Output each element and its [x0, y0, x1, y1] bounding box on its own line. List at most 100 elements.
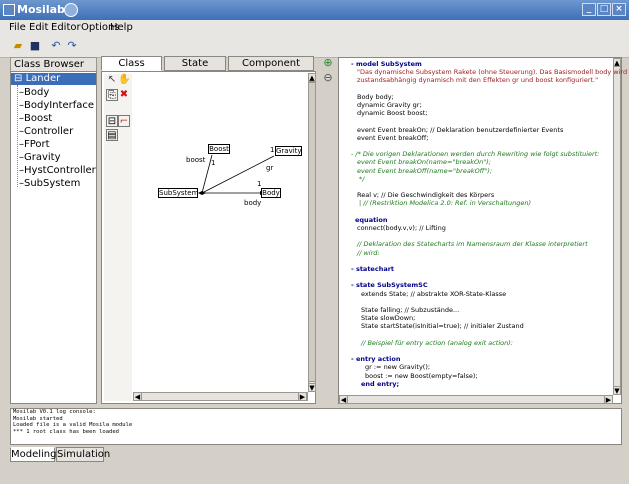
zoom-out-icon[interactable]: ⊖	[322, 72, 334, 84]
code-line: Body body;	[357, 92, 394, 101]
tab-state-diagram[interactable]: State Diagram	[164, 56, 226, 82]
association-tool-icon[interactable]: ⌐	[118, 115, 130, 127]
note-tool-icon[interactable]: ▤	[106, 129, 118, 141]
tree-root-lander[interactable]: ⊟ Lander	[14, 73, 60, 84]
undo-icon[interactable]: ↶	[48, 39, 64, 53]
tree-item-bodyinterface[interactable]: –BodyInterface	[19, 100, 94, 111]
label-gr: gr	[266, 164, 274, 172]
code-line: boost := new Boost(empty=false);	[365, 371, 478, 380]
code-line: zustandsabhängig dynamisch mit den Effek…	[357, 76, 599, 85]
tab-component-diagram[interactable]: Component Diagram	[228, 56, 314, 82]
title-logo-icon	[64, 3, 78, 17]
menu-editor[interactable]: Editor	[51, 22, 81, 33]
code-editor[interactable]: ▲ ▼ ◀ ▶ - model SubSystem "Das dynamische…	[338, 57, 627, 404]
diagram-scroll-right[interactable]: ▶	[298, 392, 307, 401]
code-line: gr := new Gravity();	[365, 363, 431, 372]
tree-item-boost[interactable]: –Boost	[19, 113, 52, 124]
label-boost: boost	[186, 156, 206, 164]
code-line: end entry;	[361, 379, 400, 388]
title-bar: Mosilab _ □ ×	[0, 0, 629, 20]
code-line: // wird:	[357, 248, 380, 257]
node-subsystem[interactable]: SubSystem	[158, 188, 198, 198]
class-tool-icon[interactable]: ⊟	[106, 115, 118, 127]
code-line: "Das dynamische Subsystem Rakete (ohne S…	[357, 68, 628, 77]
node-boost[interactable]: Boost	[208, 144, 230, 154]
code-line: equation	[355, 215, 388, 224]
code-scroll-left[interactable]: ◀	[339, 395, 348, 404]
toolbar: ▰ ■ ↶ ↷	[0, 36, 629, 58]
tree-item-fport[interactable]: –FPort	[19, 139, 50, 150]
code-line: | // (Restriktion Modelica 2.0: Ref. in …	[359, 199, 531, 208]
menu-bar: File Edit Editor Options Help	[0, 20, 629, 36]
code-scroll-down[interactable]: ▼	[613, 386, 621, 395]
code-line: extends State; // abstrakte XOR-State-Kl…	[361, 289, 507, 298]
tree-root-label: Lander	[25, 73, 61, 84]
window-title: Mosilab	[17, 3, 65, 16]
code-line: - /* Die vorigen Deklarationen werden du…	[351, 150, 600, 159]
node-body[interactable]: Body	[261, 188, 281, 198]
diagram-panel: ↖ ✋ ⎘ ✖ ⊟ ⌐ ▤ Boost Gravity SubSystem Bo…	[101, 71, 316, 404]
tree-item-gravity[interactable]: –Gravity	[19, 152, 61, 163]
code-line: - state SubSystemSC	[351, 281, 428, 290]
tree-item-hystcontroller[interactable]: –HystController	[19, 165, 96, 176]
log-console: Mosilab V0.1 log console: Mosilab starte…	[10, 408, 622, 445]
class-browser-header: Class Browser	[10, 57, 97, 72]
code-line: event Event breakOn(name="breakOn");	[357, 158, 491, 167]
tab-class-diagram[interactable]: Class Diagram	[101, 56, 162, 82]
code-line: dynamic Gravity gr;	[357, 101, 422, 109]
code-line: event Event breakOff(name="breakOff");	[357, 166, 493, 175]
pointer-icon[interactable]: ↖	[106, 74, 118, 86]
code-scroll-right[interactable]: ▶	[604, 395, 613, 404]
code-line: // Beispiel für entry action (analog exi…	[361, 338, 513, 347]
console-line: *** 1 root class has been loaded	[13, 428, 119, 435]
code-line: event Event breakOn; // Deklaration benu…	[357, 125, 564, 134]
code-line: - entry action	[351, 355, 401, 364]
node-gravity[interactable]: Gravity	[275, 146, 302, 156]
code-vscrollbar[interactable]	[613, 58, 621, 395]
class-diagram-canvas	[198, 154, 275, 195]
code-hscrollbar[interactable]	[339, 395, 613, 404]
tree-item-body[interactable]: –Body	[19, 87, 49, 98]
code-line: - model SubSystem	[351, 60, 422, 68]
menu-help[interactable]: Help	[110, 22, 133, 33]
maximize-button[interactable]: □	[597, 3, 611, 16]
code-line: connect(body.v,v); // Lifting	[357, 224, 446, 232]
redo-icon[interactable]: ↷	[64, 39, 80, 53]
code-line: dynamic Boost boost;	[357, 109, 428, 118]
code-line: */	[359, 174, 365, 183]
tab-modeling[interactable]: Modeling	[10, 447, 57, 462]
class-browser-tree: ⊟ Lander –Body –BodyInterface –Boost –Co…	[10, 71, 97, 404]
code-line: - statechart	[351, 265, 395, 273]
hand-icon[interactable]: ✋	[118, 74, 130, 86]
tree-guide	[17, 85, 18, 187]
code-line: State startState(isInitial=true); // ini…	[361, 322, 524, 331]
copy-icon[interactable]: ⎘	[106, 89, 118, 101]
code-line: Real v; // Die Geschwindigkeit des Körpe…	[357, 191, 495, 200]
diagram-hscrollbar[interactable]	[133, 392, 308, 401]
label-body: body	[244, 199, 262, 207]
zoom-in-icon[interactable]: ⊕	[322, 57, 334, 69]
save-icon[interactable]: ■	[27, 39, 43, 53]
diagram-scroll-up[interactable]: ▲	[308, 73, 316, 82]
diagram-vscroll-thumb[interactable]	[308, 82, 316, 382]
code-line: State falling; // Subzustände...	[361, 306, 460, 314]
open-icon[interactable]: ▰	[10, 39, 26, 53]
menu-file[interactable]: File	[9, 22, 26, 33]
diagram-scroll-left[interactable]: ◀	[133, 392, 142, 401]
label-mult-body: 1	[257, 180, 262, 188]
code-scroll-up[interactable]: ▲	[613, 58, 621, 67]
close-button[interactable]: ×	[612, 3, 626, 16]
menu-edit[interactable]: Edit	[29, 22, 48, 33]
delete-icon[interactable]: ✖	[118, 89, 130, 101]
diagram-scroll-down[interactable]: ▼	[308, 383, 316, 392]
app-icon	[3, 4, 15, 16]
tree-item-controller[interactable]: –Controller	[19, 126, 73, 137]
label-mult-boost: 1	[211, 159, 216, 167]
label-mult-gravity: 1	[270, 146, 275, 154]
code-line: // Deklaration des Statecharts im Namens…	[357, 240, 588, 249]
code-line: event Event breakOff;	[357, 133, 429, 142]
tree-item-subsystem[interactable]: –SubSystem	[19, 178, 80, 189]
tab-simulation[interactable]: Simulation	[56, 447, 110, 462]
code-line: State slowDown;	[361, 314, 416, 323]
minimize-button[interactable]: _	[582, 3, 596, 16]
